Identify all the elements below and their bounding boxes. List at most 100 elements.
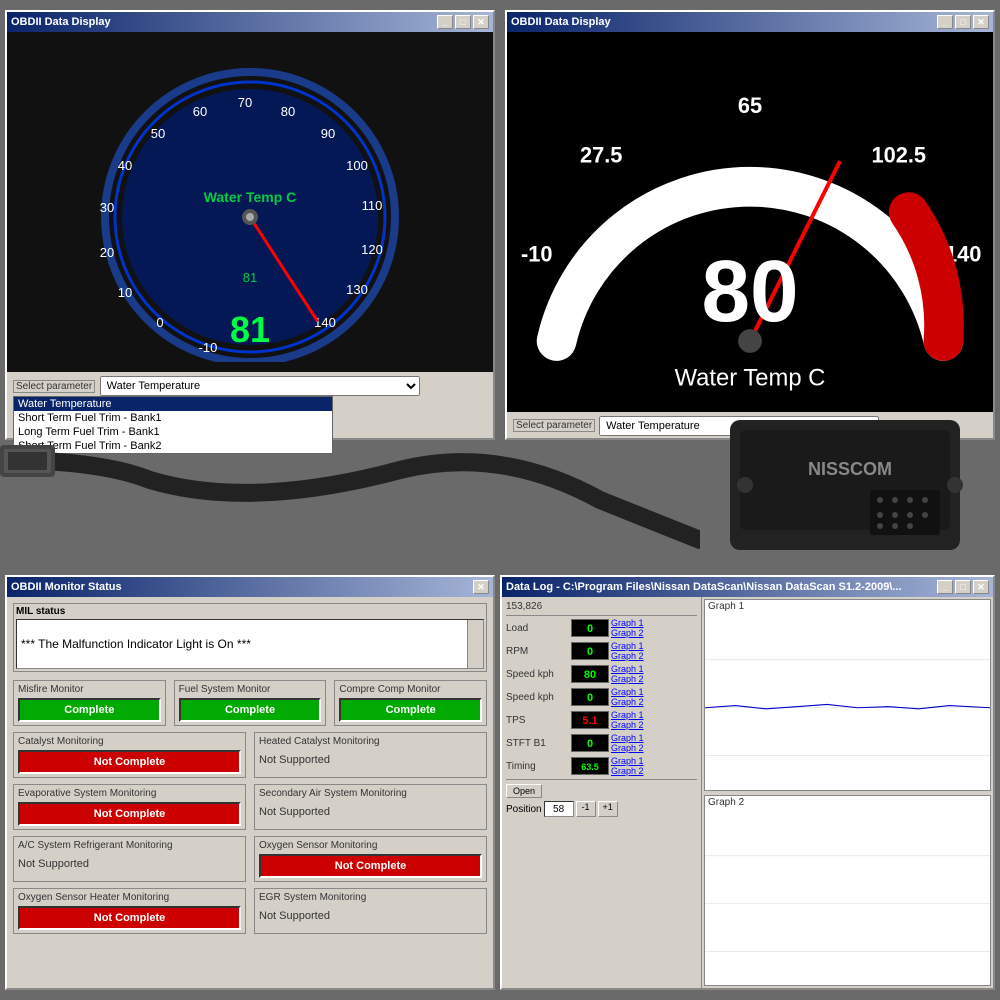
close-btn-left[interactable]: ✕ xyxy=(473,15,489,29)
gauge-window-right: OBDII Data Display _ □ ✕ -10 27.5 65 102… xyxy=(505,10,995,440)
fuel-label: Fuel System Monitor xyxy=(179,684,322,695)
load-graph-links: Graph 1 Graph 2 xyxy=(611,618,644,638)
close-btn-right[interactable]: ✕ xyxy=(973,15,989,29)
datalog-counter: 153,826 xyxy=(506,601,571,612)
speed-graph2[interactable]: Graph 2 xyxy=(611,674,644,684)
ac-status: Not Supported xyxy=(18,854,241,874)
o2-status: Not Complete xyxy=(259,854,482,878)
speed-value: 80 xyxy=(571,665,609,683)
stft-graph1[interactable]: Graph 1 xyxy=(611,733,644,743)
win-controls-left: _ □ ✕ xyxy=(437,15,489,29)
datalog-tps-row: TPS 5.1 Graph 1 Graph 2 xyxy=(506,710,697,730)
param-select-right[interactable]: Water Temperature xyxy=(599,416,879,436)
rpm-graph1[interactable]: Graph 1 xyxy=(611,641,644,651)
timing-value: 63.5 xyxy=(571,757,609,775)
datalog-load-row: Load 0 Graph 1 Graph 2 xyxy=(506,618,697,638)
datalog-counter-row: 153,826 xyxy=(506,601,697,612)
maximize-btn-left[interactable]: □ xyxy=(455,15,471,29)
param-label-left: Select parameter xyxy=(13,380,95,393)
param-dropdown-left: Water Temperature Short Term Fuel Trim -… xyxy=(13,396,333,454)
position-label: Position xyxy=(506,804,542,815)
mil-section: MIL status *** The Malfunction Indicator… xyxy=(13,603,487,672)
datalog-timing-row: Timing 63.5 Graph 1 Graph 2 xyxy=(506,756,697,776)
win-controls-right: _ □ ✕ xyxy=(937,15,989,29)
param-option-1[interactable]: Short Term Fuel Trim - Bank1 xyxy=(14,411,332,425)
minimize-btn-datalog[interactable]: _ xyxy=(937,580,953,594)
monitor-egr: EGR System Monitoring Not Supported xyxy=(254,888,487,934)
o2-heater-status: Not Complete xyxy=(18,906,241,930)
tps-graph1[interactable]: Graph 1 xyxy=(611,710,644,720)
stft-value: 0 xyxy=(571,734,609,752)
datalog-graphs-panel: Graph 1 Graph 2 xyxy=(702,597,993,988)
monitor-row-1: Misfire Monitor Complete Fuel System Mon… xyxy=(13,680,487,726)
tps-graph2[interactable]: Graph 2 xyxy=(611,720,644,730)
pos-minus-btn[interactable]: -1 xyxy=(576,801,596,817)
speed2-label: Speed kph xyxy=(506,692,571,703)
svg-text:27.5: 27.5 xyxy=(580,142,622,167)
compcomp-status: Complete xyxy=(339,698,482,722)
catalyst-status: Not Complete xyxy=(18,750,241,774)
speed2-value: 0 xyxy=(571,688,609,706)
datalog-speed2-row: Speed kph 0 Graph 1 Graph 2 xyxy=(506,687,697,707)
close-btn-monitor[interactable]: ✕ xyxy=(473,580,489,594)
open-button[interactable]: Open xyxy=(506,784,542,798)
svg-text:40: 40 xyxy=(118,158,132,173)
load-graph1[interactable]: Graph 1 xyxy=(611,618,644,628)
param-select-left[interactable]: Water Temperature Short Term Fuel Trim -… xyxy=(100,376,420,396)
datalog-title: Data Log - C:\Program Files\Nissan DataS… xyxy=(506,581,902,593)
minimize-btn-right[interactable]: _ xyxy=(937,15,953,29)
maximize-btn-right[interactable]: □ xyxy=(955,15,971,29)
param-option-3[interactable]: Short Term Fuel Trim - Bank2 xyxy=(14,439,332,453)
maximize-btn-datalog[interactable]: □ xyxy=(955,580,971,594)
win-controls-monitor: ✕ xyxy=(473,580,489,594)
speed-label: Speed kph xyxy=(506,669,571,680)
mil-scrollbar[interactable] xyxy=(467,620,483,668)
svg-text:60: 60 xyxy=(193,104,207,119)
pos-plus-btn[interactable]: +1 xyxy=(598,801,618,817)
datalog-window: Data Log - C:\Program Files\Nissan DataS… xyxy=(500,575,995,990)
monitor-window: OBDII Monitor Status ✕ MIL status *** Th… xyxy=(5,575,495,990)
datalog-stft-row: STFT B1 0 Graph 1 Graph 2 xyxy=(506,733,697,753)
svg-text:-10: -10 xyxy=(521,242,553,267)
rpm-graph2[interactable]: Graph 2 xyxy=(611,651,644,661)
timing-graph1[interactable]: Graph 1 xyxy=(611,756,644,766)
datalog-speed-row: Speed kph 80 Graph 1 Graph 2 xyxy=(506,664,697,684)
stft-graph2[interactable]: Graph 2 xyxy=(611,743,644,753)
monitor-misfire: Misfire Monitor Complete xyxy=(13,680,166,726)
mil-text: *** The Malfunction Indicator Light is O… xyxy=(21,637,251,651)
load-graph2[interactable]: Graph 2 xyxy=(611,628,644,638)
svg-text:100: 100 xyxy=(346,158,368,173)
svg-text:50: 50 xyxy=(151,126,165,141)
round-gauge-svg: -10 0 10 20 30 40 50 60 70 80 90 100 110… xyxy=(60,42,440,362)
timing-graph2[interactable]: Graph 2 xyxy=(611,766,644,776)
position-input[interactable] xyxy=(544,801,574,817)
ac-label: A/C System Refrigerant Monitoring xyxy=(18,840,241,851)
param-option-2[interactable]: Long Term Fuel Trim - Bank1 xyxy=(14,425,332,439)
speed-graph1[interactable]: Graph 1 xyxy=(611,664,644,674)
o2-label: Oxygen Sensor Monitoring xyxy=(259,840,482,851)
svg-text:81: 81 xyxy=(243,270,257,285)
param-option-0[interactable]: Water Temperature xyxy=(14,397,332,411)
monitor-row-3: Evaporative System Monitoring Not Comple… xyxy=(13,784,487,830)
secondary-air-status: Not Supported xyxy=(259,802,482,822)
monitor-content: MIL status *** The Malfunction Indicator… xyxy=(7,597,493,946)
egr-status: Not Supported xyxy=(259,906,482,926)
datalog-content: 153,826 Load 0 Graph 1 Graph 2 RPM 0 Gra… xyxy=(502,597,993,988)
monitor-row-4: A/C System Refrigerant Monitoring Not Su… xyxy=(13,836,487,882)
monitor-row-2: Catalyst Monitoring Not Complete Heated … xyxy=(13,732,487,778)
speed2-graph-links: Graph 1 Graph 2 xyxy=(611,687,644,707)
titlebar-right: OBDII Data Display _ □ ✕ xyxy=(507,12,993,32)
speed2-graph1[interactable]: Graph 1 xyxy=(611,687,644,697)
svg-text:10: 10 xyxy=(118,285,132,300)
close-btn-datalog[interactable]: ✕ xyxy=(973,580,989,594)
svg-text:120: 120 xyxy=(361,242,383,257)
minimize-btn-left[interactable]: _ xyxy=(437,15,453,29)
speed2-graph2[interactable]: Graph 2 xyxy=(611,697,644,707)
svg-text:-10: -10 xyxy=(199,340,218,355)
monitor-ac: A/C System Refrigerant Monitoring Not Su… xyxy=(13,836,246,882)
svg-text:110: 110 xyxy=(362,198,383,213)
win-title-left: OBDII Data Display xyxy=(11,16,111,28)
heated-catalyst-label: Heated Catalyst Monitoring xyxy=(259,736,482,747)
monitor-heated-catalyst: Heated Catalyst Monitoring Not Supported xyxy=(254,732,487,778)
graph1-area: Graph 1 xyxy=(704,599,991,791)
